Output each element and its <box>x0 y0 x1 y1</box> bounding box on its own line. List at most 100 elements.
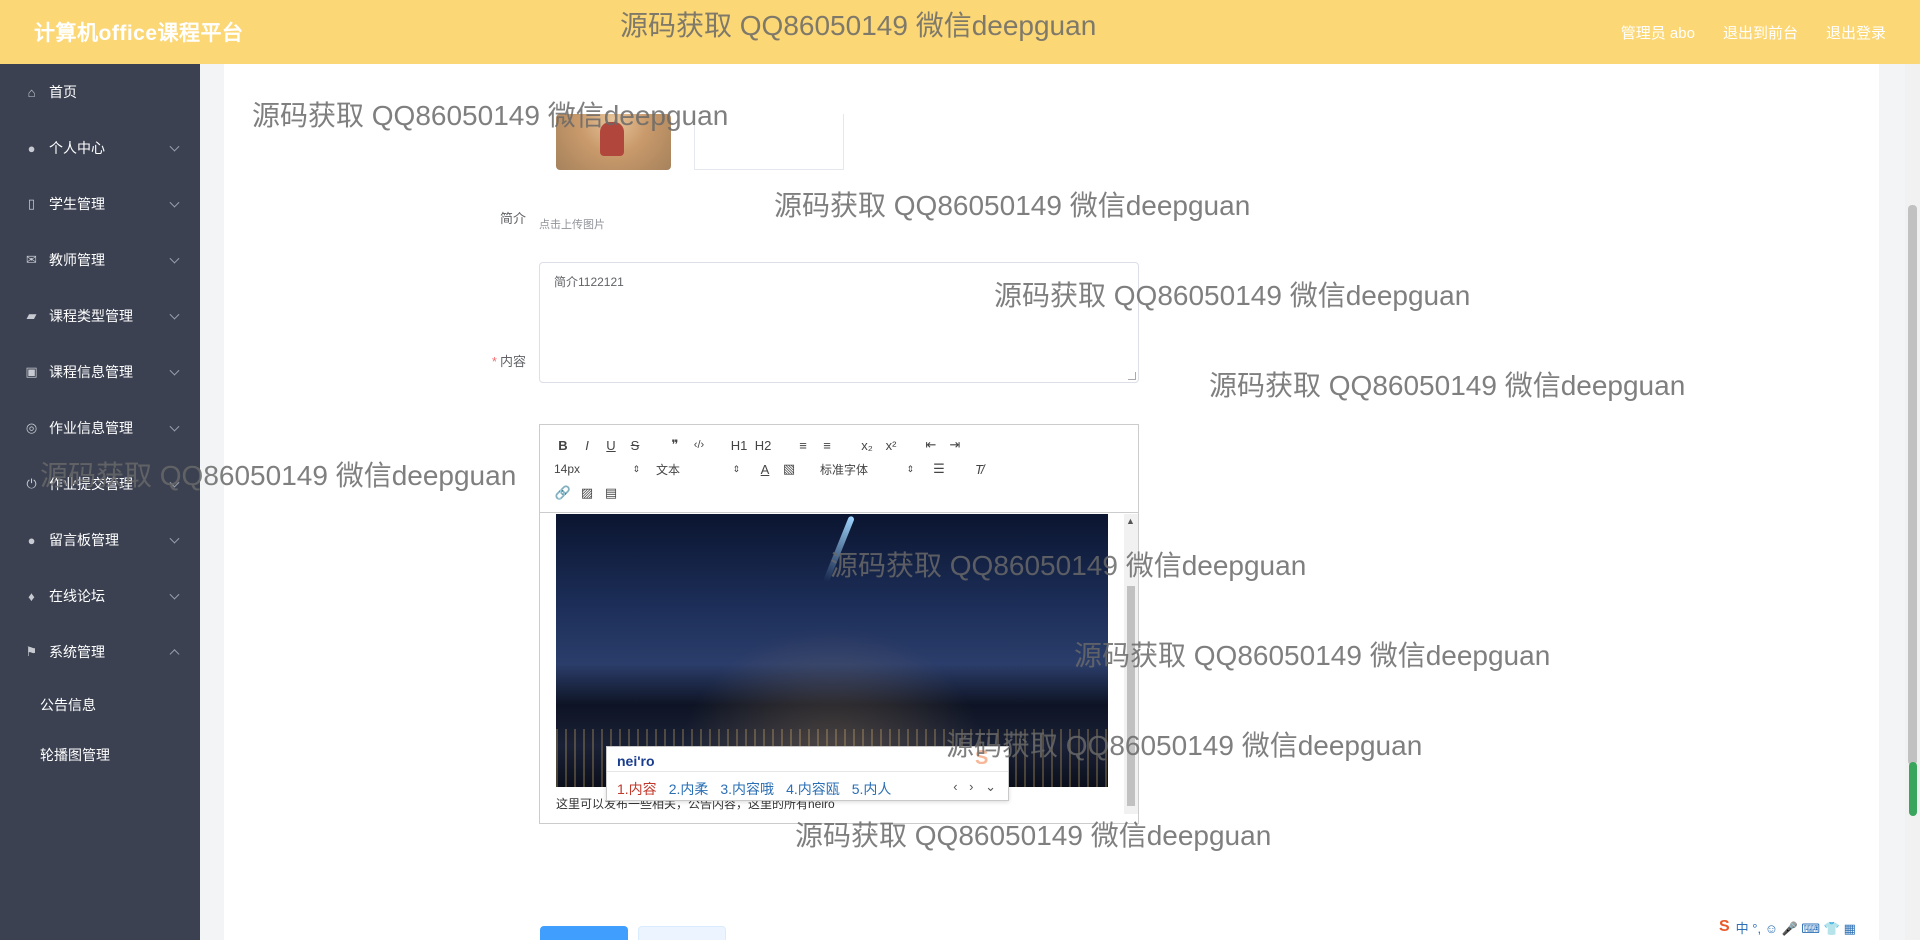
sidebar-item-label: 系统管理 <box>49 644 105 660</box>
link-icon[interactable]: 🔗 <box>554 482 572 504</box>
ime-candidate[interactable]: 1.内容 <box>617 779 657 799</box>
sidebar-item-homework-submit[interactable]: ⏻ 作业提交管理 <box>0 456 200 512</box>
ime-tray[interactable]: S 中 °, ☺ 🎤 ⌨ 👕 ▦ <box>1715 916 1860 938</box>
sidebar-item-teachers[interactable]: ✉ 教师管理 <box>0 232 200 288</box>
ime-logo-icon: S <box>975 747 989 769</box>
ime-candidate-popup[interactable]: nei'ro S 1.内容 2.内柔 3.内容哦 4.内容瓯 5.内人 ‹ › … <box>606 746 1009 801</box>
sidebar-item-system[interactable]: ⚑ 系统管理 <box>0 624 200 680</box>
select-arrow-icon: ⇕ <box>632 463 640 474</box>
toolbar-row-2: 14px ⇕ 文本 ⇕ A ▧ 标准字体 ⇕ ☰ T̸ <box>554 457 1124 481</box>
toolbar-row-1: B I U S ❞ ‹/› H1 H2 ≡ ≡ x₂ x² ⇤ ⇥ <box>554 433 1124 457</box>
admin-label: 管理员 abo <box>1620 24 1695 42</box>
bold-button[interactable]: B <box>554 434 572 456</box>
strike-button[interactable]: S <box>626 434 644 456</box>
ime-page-nav[interactable]: ‹ › ⌄ <box>953 779 1000 795</box>
select-arrow-icon: ⇕ <box>906 463 914 474</box>
sidebar-item-label: 留言板管理 <box>49 532 119 548</box>
sidebar-item-label: 作业提交管理 <box>49 476 133 492</box>
background-color-icon[interactable]: ▧ <box>780 458 798 480</box>
italic-button[interactable]: I <box>578 434 596 456</box>
font-family-value: 标准字体 <box>820 462 869 477</box>
underline-button[interactable]: U <box>602 434 620 456</box>
sidebar-item-home[interactable]: ⌂ 首页 <box>0 64 200 120</box>
submit-button[interactable]: 提交 <box>540 926 628 940</box>
editor-scrollbar-thumb[interactable] <box>1127 586 1135 806</box>
chevron-down-icon <box>169 589 180 600</box>
sidebar-item-forum[interactable]: ♦ 在线论坛 <box>0 568 200 624</box>
video-icon[interactable]: ▤ <box>602 482 620 504</box>
ime-candidates: 1.内容 2.内柔 3.内容哦 4.内容瓯 5.内人 <box>617 779 891 799</box>
image-icon[interactable]: ▨ <box>578 482 596 504</box>
ime-candidate[interactable]: 2.内柔 <box>669 779 709 799</box>
bullet-list-button[interactable]: ≡ <box>818 434 836 456</box>
select-arrow-icon: ⇕ <box>732 463 740 474</box>
clear-format-icon[interactable]: T̸ <box>970 458 988 480</box>
toolbar-row-3: 🔗 ▨ ▤ <box>554 481 1124 505</box>
sidebar-item-profile[interactable]: ● 个人中心 <box>0 120 200 176</box>
chevron-down-icon <box>169 477 180 488</box>
sidebar-item-label: 课程类型管理 <box>49 308 133 324</box>
top-bar: 计算机office课程平台 管理员 abo 退出到前台 退出登录 <box>0 0 1920 64</box>
code-block-button[interactable]: ‹/› <box>690 434 708 456</box>
sidebar-item-label: 个人中心 <box>49 140 105 156</box>
sidebar-item-label: 教师管理 <box>49 252 105 268</box>
logout-link[interactable]: 退出登录 <box>1826 22 1886 43</box>
user-icon: ● <box>27 532 36 548</box>
font-color-icon[interactable]: A <box>756 458 774 480</box>
uploaded-image-thumbnail[interactable] <box>556 114 671 170</box>
ime-candidate[interactable]: 5.内人 <box>852 779 892 799</box>
chevron-down-icon <box>169 141 180 152</box>
blockquote-button[interactable]: ❞ <box>666 434 684 456</box>
sidebar-item-course-types[interactable]: ▰ 课程类型管理 <box>0 288 200 344</box>
superscript-button[interactable]: x² <box>882 434 900 456</box>
intro-label: 简介 <box>499 211 526 226</box>
power-icon: ⏻ <box>26 476 37 491</box>
side-indicator <box>1909 762 1917 816</box>
cancel-button[interactable]: 取消 <box>638 926 726 940</box>
upload-box[interactable] <box>694 114 844 170</box>
chevron-down-icon <box>169 253 180 264</box>
editor-toolbar: B I U S ❞ ‹/› H1 H2 ≡ ≡ x₂ x² ⇤ ⇥ 14px ⇕… <box>540 425 1138 513</box>
chevron-down-icon <box>169 421 180 432</box>
header1-button[interactable]: H1 <box>730 434 748 456</box>
block-type-value: 文本 <box>656 462 681 477</box>
sidebar-subitem-announcements[interactable]: 公告信息 <box>0 680 200 730</box>
block-type-select[interactable]: 文本 ⇕ <box>656 461 740 478</box>
compass-icon: ◎ <box>25 420 38 435</box>
chevron-down-icon <box>169 309 180 320</box>
app-title: 计算机office课程平台 <box>34 22 244 45</box>
indent-button[interactable]: ⇥ <box>946 434 964 456</box>
clipboard-icon: ▣ <box>25 364 38 379</box>
font-size-value: 14px <box>554 462 581 476</box>
upload-tip: 点击上传图片 <box>539 219 605 231</box>
content-label-text: 内容 <box>499 354 526 369</box>
sidebar-item-label: 在线论坛 <box>49 588 105 604</box>
font-family-select[interactable]: 标准字体 ⇕ <box>820 461 914 478</box>
ordered-list-button[interactable]: ≡ <box>794 434 812 456</box>
font-size-select[interactable]: 14px ⇕ <box>554 462 640 476</box>
header2-button[interactable]: H2 <box>754 434 772 456</box>
right-gutter <box>1879 64 1905 940</box>
sogou-icon: S <box>1719 918 1730 935</box>
home-icon: ⌂ <box>27 84 36 100</box>
outdent-button[interactable]: ⇤ <box>922 434 940 456</box>
exit-to-frontend-link[interactable]: 退出到前台 <box>1723 22 1798 43</box>
sidebar: ⌂ 首页 ● 个人中心 ▯ 学生管理 ✉ 教师管理 ▰ 课程类型管理 ▣ 课程信… <box>0 64 200 940</box>
ime-candidate[interactable]: 4.内容瓯 <box>786 779 840 799</box>
sidebar-item-course-info[interactable]: ▣ 课程信息管理 <box>0 344 200 400</box>
sidebar-item-homework-info[interactable]: ◎ 作业信息管理 <box>0 400 200 456</box>
ime-candidate[interactable]: 3.内容哦 <box>720 779 774 799</box>
page-scrollbar-thumb[interactable] <box>1908 205 1917 765</box>
required-mark: * <box>491 354 497 369</box>
intro-textarea[interactable]: 简介1122121 <box>539 262 1139 383</box>
user-icon: ● <box>27 140 36 156</box>
sidebar-item-students[interactable]: ▯ 学生管理 <box>0 176 200 232</box>
sidebar-subitem-carousel[interactable]: 轮播图管理 <box>0 730 200 780</box>
align-icon[interactable]: ☰ <box>930 458 948 480</box>
resize-handle-icon[interactable] <box>1128 372 1136 380</box>
scroll-up-arrow-icon[interactable]: ▲ <box>1126 516 1135 526</box>
sidebar-item-guestbook[interactable]: ● 留言板管理 <box>0 512 200 568</box>
intro-value: 简介1122121 <box>554 275 624 289</box>
subscript-button[interactable]: x₂ <box>858 434 876 456</box>
mail-icon: ✉ <box>26 252 37 267</box>
